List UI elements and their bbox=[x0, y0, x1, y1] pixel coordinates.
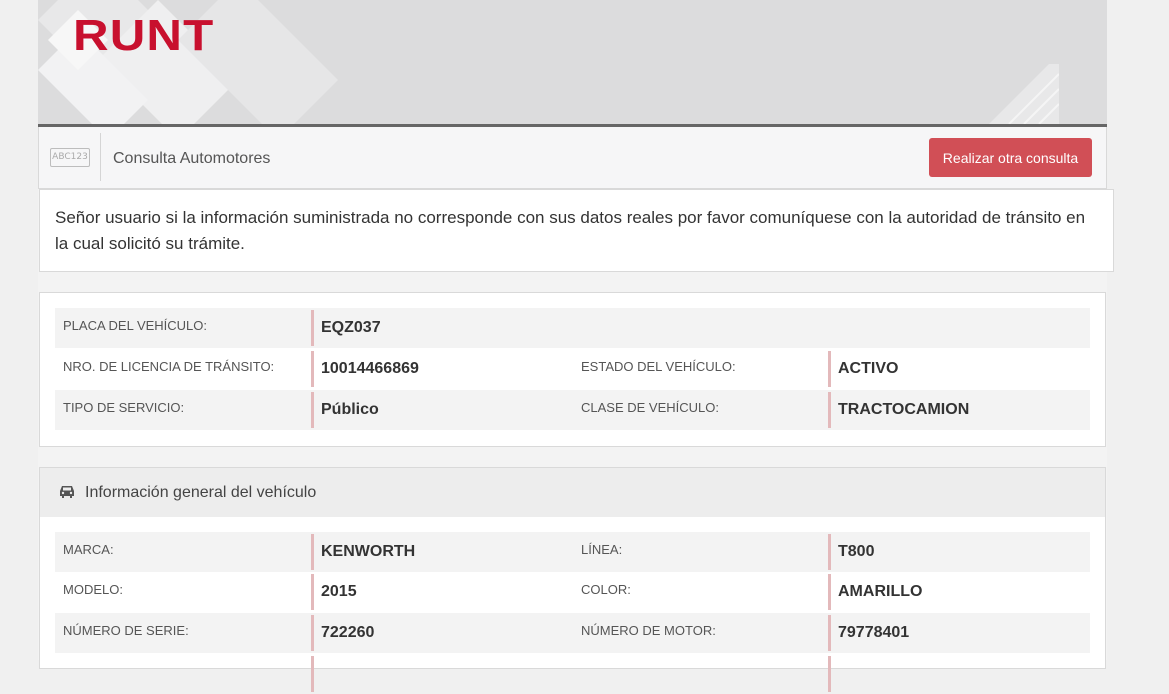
marca-value: KENWORTH bbox=[311, 532, 571, 572]
color-value: AMARILLO bbox=[828, 572, 1088, 612]
banner-decoration-right bbox=[989, 64, 1059, 124]
table-row: MARCA: KENWORTH LÍNEA: T800 bbox=[55, 532, 1090, 572]
table-row: MODELO: 2015 COLOR: AMARILLO bbox=[55, 572, 1090, 612]
toolbar-divider bbox=[100, 133, 101, 181]
general-info-panel: Información general del vehículo MARCA: … bbox=[39, 467, 1106, 692]
modelo-value: 2015 bbox=[311, 572, 571, 612]
table-row: PLACA DEL VEHÍCULO: EQZ037 bbox=[55, 308, 1090, 348]
table-row: TIPO DE SERVICIO: Público CLASE DE VEHÍC… bbox=[55, 390, 1090, 430]
licencia-label: NRO. DE LICENCIA DE TRÁNSITO: bbox=[63, 359, 275, 374]
table-row: NÚMERO DE SERIE: 722260 NÚMERO DE MOTOR:… bbox=[55, 613, 1090, 653]
licencia-value: 10014466869 bbox=[311, 349, 571, 389]
estado-value: ACTIVO bbox=[828, 349, 1088, 389]
page-title: Consulta Automotores bbox=[113, 150, 271, 167]
color-label: COLOR: bbox=[581, 582, 631, 597]
table-row: NRO. DE LICENCIA DE TRÁNSITO: 1001446686… bbox=[55, 349, 1090, 389]
general-info-title: Información general del vehículo bbox=[85, 484, 317, 501]
marca-label: MARCA: bbox=[63, 542, 114, 557]
placa-value: EQZ037 bbox=[311, 308, 571, 348]
page-container: RUNT ABC123 Consulta Automotores Realiza… bbox=[38, 0, 1114, 692]
runt-logo: RUNT bbox=[73, 11, 215, 60]
linea-label: LÍNEA: bbox=[581, 542, 623, 557]
placa-label: PLACA DEL VEHÍCULO: bbox=[63, 318, 208, 333]
summary-panel: PLACA DEL VEHÍCULO: EQZ037 NRO. DE LICEN… bbox=[39, 292, 1106, 447]
clase-label: CLASE DE VEHÍCULO: bbox=[581, 400, 719, 415]
motor-value: 79778401 bbox=[828, 613, 1088, 653]
servicio-label: TIPO DE SERVICIO: bbox=[63, 400, 185, 415]
serie-value: 722260 bbox=[311, 613, 571, 653]
motor-label: NÚMERO DE MOTOR: bbox=[581, 623, 716, 638]
table-row bbox=[55, 654, 1090, 694]
serie-label: NÚMERO DE SERIE: bbox=[63, 623, 189, 638]
clase-value: TRACTOCAMION bbox=[828, 390, 1088, 430]
toolbar: ABC123 Consulta Automotores Realizar otr… bbox=[38, 127, 1107, 189]
notice-message: Señor usuario si la información suminist… bbox=[39, 189, 1114, 272]
modelo-label: MODELO: bbox=[63, 582, 123, 597]
header-banner: RUNT bbox=[38, 0, 1107, 124]
license-plate-icon: ABC123 bbox=[50, 148, 90, 167]
linea-value: T800 bbox=[828, 532, 1088, 572]
car-icon bbox=[60, 486, 74, 498]
next-row-value bbox=[828, 654, 1088, 692]
next-row-value bbox=[311, 654, 571, 692]
general-info-header[interactable]: Información general del vehículo bbox=[40, 468, 1105, 517]
estado-label: ESTADO DEL VEHÍCULO: bbox=[581, 359, 736, 374]
new-query-button[interactable]: Realizar otra consulta bbox=[929, 138, 1092, 177]
servicio-value: Público bbox=[311, 390, 571, 430]
